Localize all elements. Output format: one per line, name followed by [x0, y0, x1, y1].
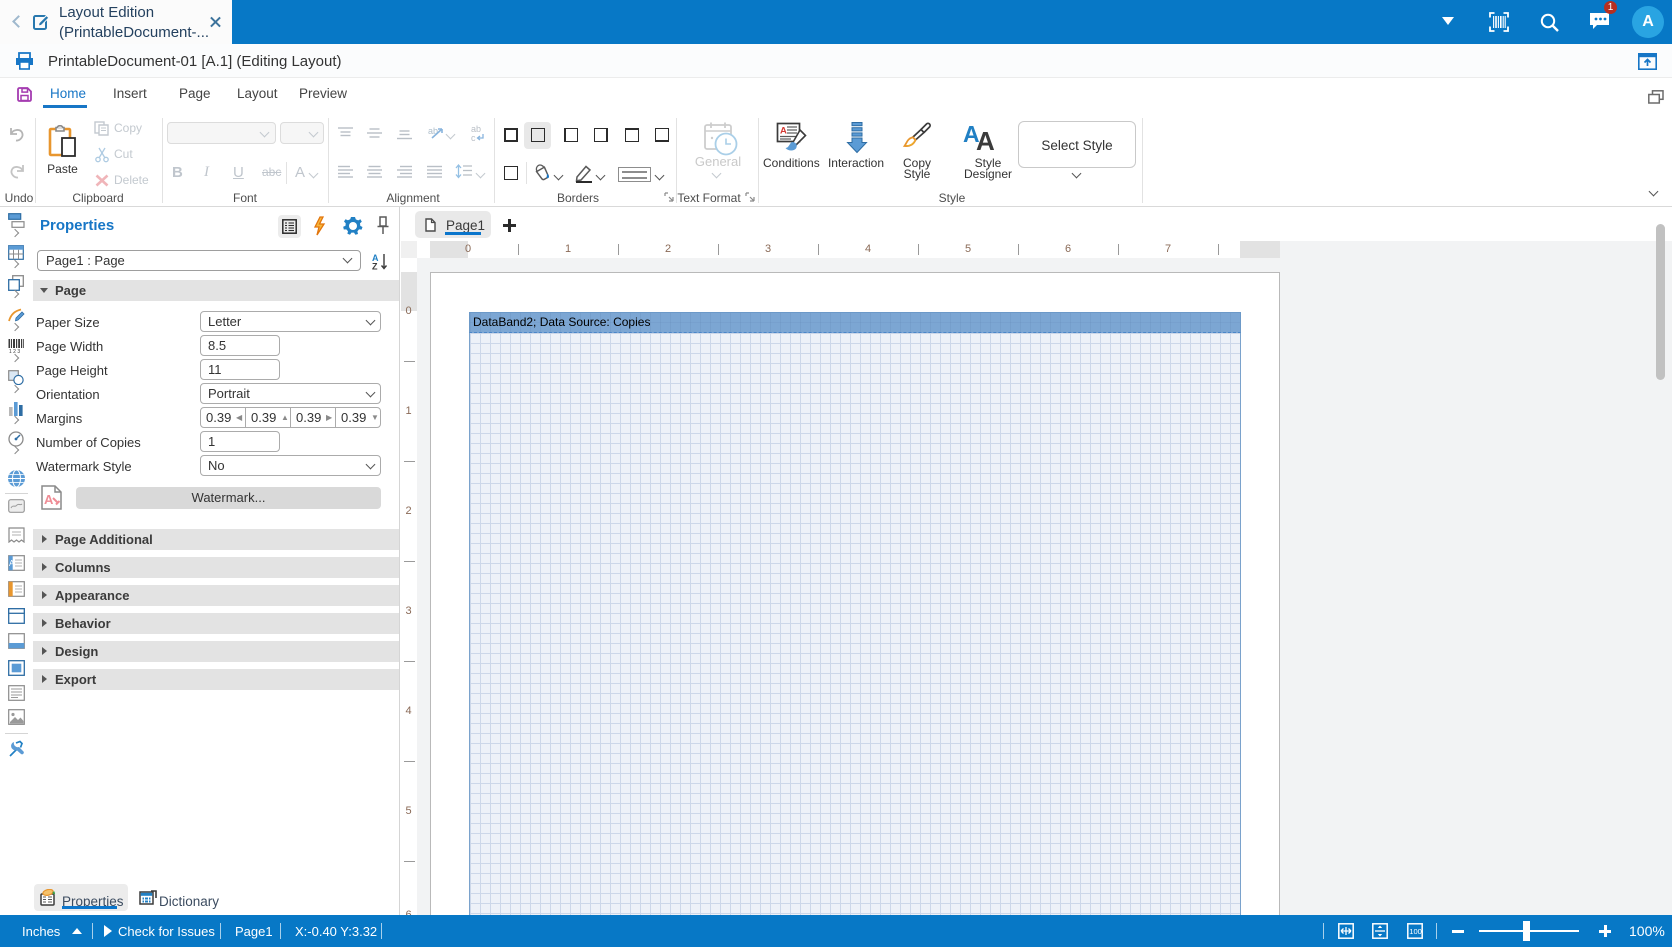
svg-text:1 2 3: 1 2 3 [9, 349, 20, 353]
svg-text:A: A [780, 126, 787, 137]
svg-text:c: c [471, 133, 476, 142]
svg-text:A: A [9, 559, 15, 568]
svg-text:Z: Z [372, 262, 378, 271]
svg-text:A: A [976, 126, 995, 155]
svg-text:A: A [44, 492, 54, 507]
svg-text:100: 100 [1409, 927, 1422, 936]
